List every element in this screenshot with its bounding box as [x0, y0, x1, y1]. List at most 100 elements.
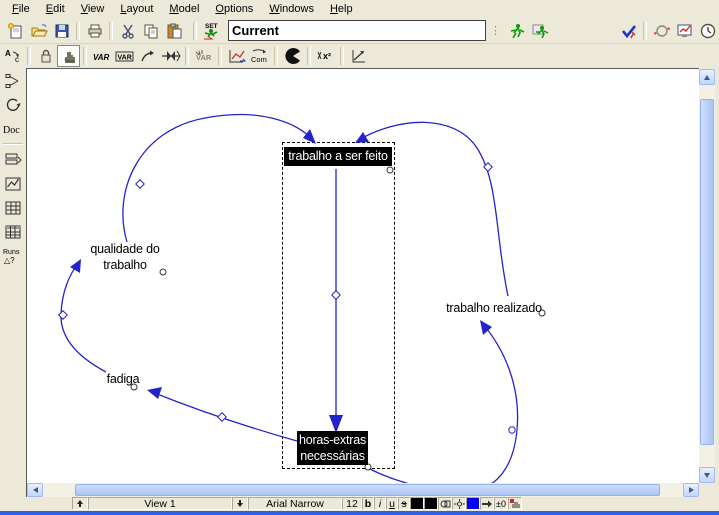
- selection-rectangle[interactable]: [282, 142, 395, 469]
- comment-icon: Com: [249, 47, 271, 65]
- delete-tool-button[interactable]: [281, 45, 304, 67]
- simulation-clock-button[interactable]: [696, 20, 719, 42]
- equations-icon: x²: [316, 47, 336, 65]
- menu-options[interactable]: Options: [207, 1, 261, 17]
- polarity-label: ±0: [496, 499, 506, 509]
- scroll-down-button[interactable]: [699, 467, 715, 483]
- italic-button[interactable]: i: [374, 497, 386, 510]
- paste-clipboard-icon: [165, 22, 183, 40]
- model-structure-button[interactable]: [650, 20, 673, 42]
- node-qualidade-do-trabalho[interactable]: qualidade do trabalho: [85, 241, 165, 273]
- output-windows-button[interactable]: [673, 20, 696, 42]
- menu-layout[interactable]: Layout: [112, 1, 161, 17]
- node-trabalho-a-ser-feito[interactable]: trabalho a ser feito: [284, 147, 392, 166]
- shape-selector[interactable]: [438, 497, 452, 510]
- toolbar-separator: [83, 47, 87, 65]
- font-size: 12: [346, 498, 358, 510]
- toolbar-separator: [193, 22, 197, 40]
- scroll-right-button[interactable]: [683, 483, 699, 497]
- arrow-tool-button[interactable]: [136, 45, 159, 67]
- text-color-swatch[interactable]: [410, 497, 424, 510]
- font-name-cell[interactable]: Arial Narrow: [248, 497, 342, 510]
- table-button[interactable]: [1, 196, 25, 219]
- graph-button[interactable]: [1, 172, 25, 195]
- menu-help[interactable]: Help: [322, 1, 361, 17]
- horizontal-scroll-thumb[interactable]: [75, 484, 660, 496]
- menu-view[interactable]: View: [73, 1, 113, 17]
- copy-button[interactable]: [139, 20, 162, 42]
- vertical-scrollbar[interactable]: [699, 69, 715, 483]
- font-size-cell[interactable]: 12: [342, 497, 362, 510]
- menu-edit[interactable]: Edit: [38, 1, 73, 17]
- causes-strip-button[interactable]: [1, 148, 25, 171]
- box-variable-tool-button[interactable]: VAR: [113, 45, 136, 67]
- scroll-left-button[interactable]: [27, 483, 43, 497]
- equations-tool-button[interactable]: x²: [314, 45, 337, 67]
- up-arrow-icon: [76, 499, 84, 508]
- runs-compare-icon: Runs △?: [1, 246, 25, 266]
- print-button[interactable]: [83, 20, 106, 42]
- menu-model[interactable]: Model: [161, 1, 207, 17]
- new-document-icon: [7, 22, 25, 40]
- node-label: trabalho a ser feito: [288, 149, 388, 163]
- menu-file[interactable]: File: [4, 1, 38, 17]
- graph-icon: [4, 175, 22, 193]
- underline-button[interactable]: u: [386, 497, 398, 510]
- view-up-button[interactable]: [72, 497, 88, 510]
- polarity-selector[interactable]: ±0: [494, 497, 508, 510]
- loops-button[interactable]: [1, 93, 25, 116]
- paste-button[interactable]: [162, 20, 185, 42]
- analysis-sidebar: Doc: [0, 68, 27, 497]
- bold-button[interactable]: b: [362, 497, 374, 510]
- a-to-c-pointer-icon: A c: [4, 47, 22, 65]
- hide-level-selector[interactable]: [508, 497, 522, 510]
- open-folder-icon: [30, 22, 48, 40]
- save-floppy-icon: [53, 22, 71, 40]
- variable-tool-button[interactable]: VAR: [90, 45, 113, 67]
- right-arrow-icon: [689, 487, 694, 493]
- run-name-field[interactable]: Current: [228, 20, 486, 41]
- view-name-cell[interactable]: View 1: [88, 497, 232, 510]
- position-selector[interactable]: [452, 497, 466, 510]
- node-label-line2: necessárias: [297, 448, 368, 464]
- table-time-icon: [4, 223, 22, 241]
- arrow-width-selector[interactable]: [480, 497, 494, 510]
- input-output-tool-button[interactable]: [225, 45, 248, 67]
- menu-windows[interactable]: Windows: [261, 1, 322, 17]
- node-fadiga[interactable]: fadiga: [102, 371, 144, 387]
- vertical-scroll-thumb[interactable]: [700, 99, 714, 445]
- horizontal-scrollbar[interactable]: [27, 483, 699, 497]
- lock-tool-button[interactable]: [34, 45, 57, 67]
- setup-simulation-button[interactable]: SET: [200, 20, 226, 42]
- synthesim-button[interactable]: [528, 20, 551, 42]
- arrow-color-swatch[interactable]: [466, 497, 480, 510]
- synthesim-runner-icon: [531, 22, 549, 40]
- pointer-tool-button[interactable]: A c: [1, 45, 24, 67]
- open-model-button[interactable]: [27, 20, 50, 42]
- move-size-tool-button[interactable]: [57, 45, 80, 67]
- reference-mode-tool-button[interactable]: [347, 45, 370, 67]
- new-model-button[interactable]: [4, 20, 27, 42]
- table-time-button[interactable]: [1, 220, 25, 243]
- main-toolbar: SET Current ⋮: [0, 18, 719, 44]
- strikethrough-button[interactable]: s: [398, 497, 410, 510]
- comment-tool-button[interactable]: Com: [248, 45, 271, 67]
- check-model-button[interactable]: [617, 20, 640, 42]
- shadow-variable-tool-button[interactable]: VAR: [192, 45, 215, 67]
- down-arrow-icon: [236, 499, 244, 508]
- scroll-up-button[interactable]: [699, 69, 715, 85]
- causes-tree-button[interactable]: [1, 69, 25, 92]
- cut-button[interactable]: [116, 20, 139, 42]
- toolbar-grip: ⋮: [490, 24, 501, 37]
- causes-strip-icon: [4, 151, 22, 169]
- runs-compare-button[interactable]: Runs △?: [1, 244, 25, 267]
- node-horas-extras-necessarias[interactable]: horas-extras necessárias: [297, 431, 368, 465]
- view-down-button[interactable]: [232, 497, 248, 510]
- rate-tool-button[interactable]: [159, 45, 182, 67]
- node-trabalho-realizado[interactable]: trabalho realizado: [444, 300, 544, 316]
- save-model-button[interactable]: [50, 20, 73, 42]
- svg-text:Com: Com: [251, 55, 267, 64]
- document-button[interactable]: Doc: [1, 117, 25, 140]
- run-simulation-button[interactable]: [505, 20, 528, 42]
- background-color-swatch[interactable]: [424, 497, 438, 510]
